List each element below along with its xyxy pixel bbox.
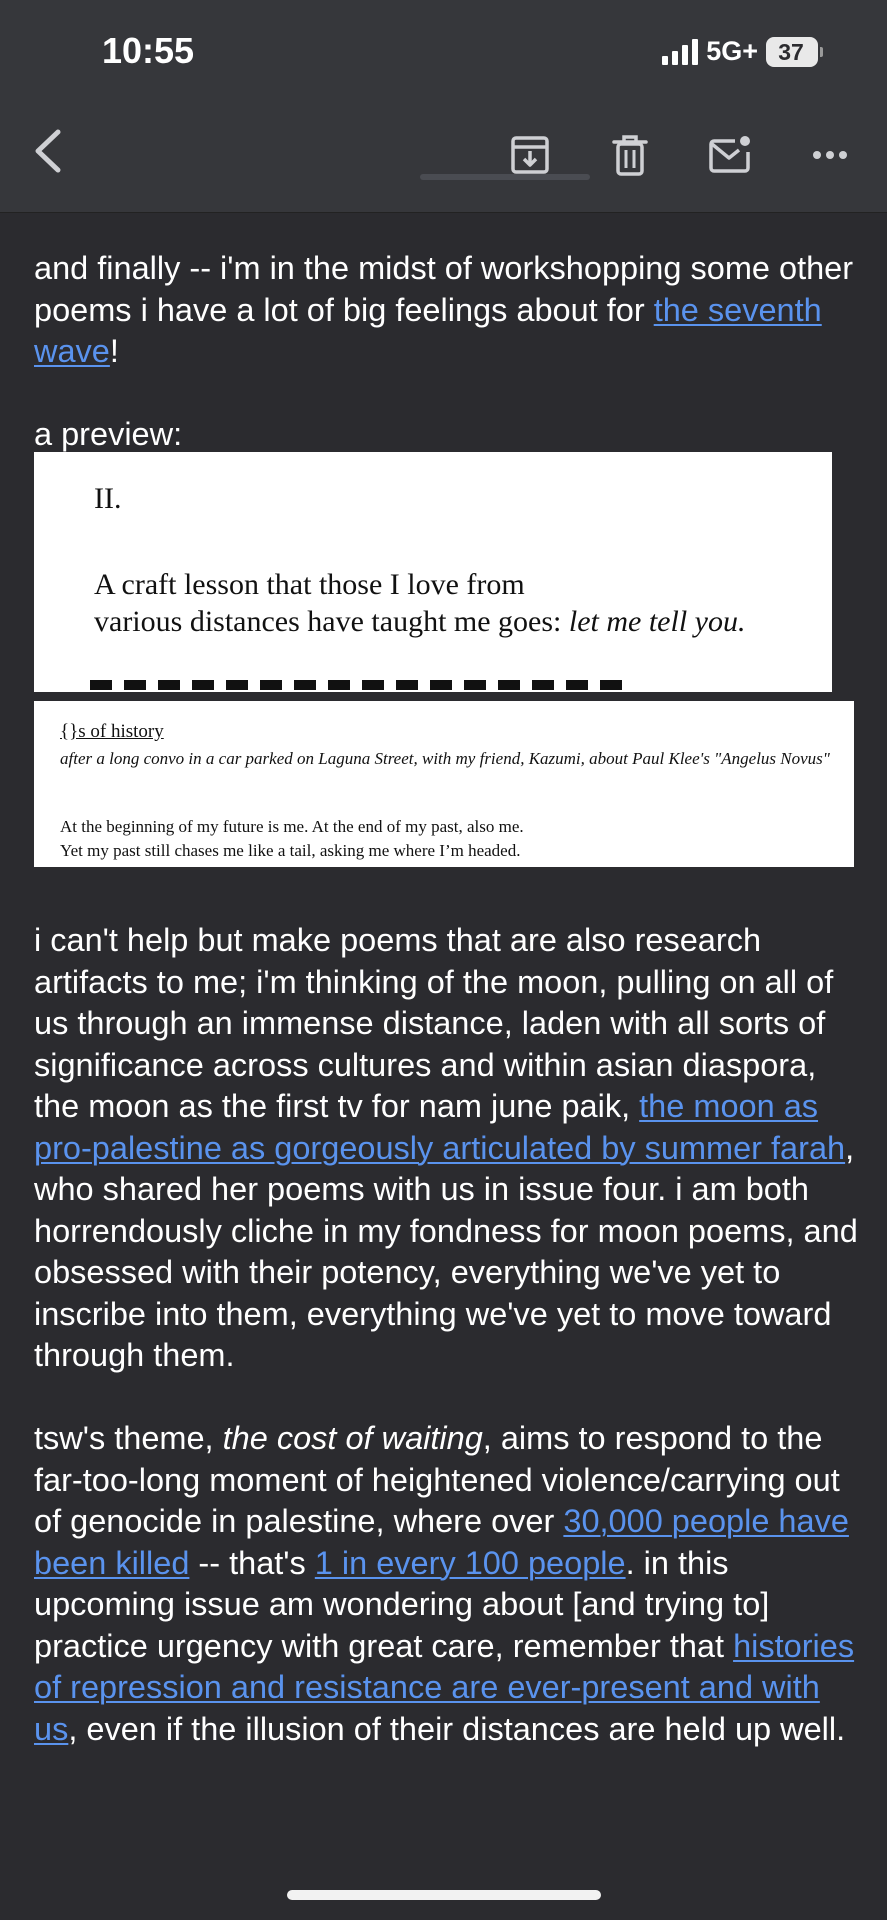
email-body-continued: i can't help but make poems that are als… xyxy=(34,920,864,1750)
paragraph-intro: and finally -- i'm in the midst of works… xyxy=(34,250,854,369)
poem-line: A craft lesson that those I love from xyxy=(94,568,525,601)
poem-title: {}s of history xyxy=(60,721,164,742)
preview-label: a preview: xyxy=(34,415,183,452)
email-body: and finally -- i'm in the midst of works… xyxy=(34,248,864,455)
network-type: 5G+ xyxy=(706,36,758,66)
link-one-in-hundred[interactable]: 1 in every 100 people xyxy=(315,1545,626,1581)
poem-heading: II. xyxy=(94,482,122,515)
mark-unread-button[interactable] xyxy=(708,133,752,177)
chevron-left-icon xyxy=(35,129,61,173)
more-button[interactable] xyxy=(808,133,852,177)
poem-line: Yet my past still chases me like a tail,… xyxy=(60,841,521,860)
signal-icon xyxy=(662,38,699,65)
archive-icon xyxy=(511,136,549,174)
delete-button[interactable] xyxy=(608,133,652,177)
archive-button[interactable] xyxy=(508,133,552,177)
paragraph-theme: tsw's theme, the cost of waiting, aims t… xyxy=(34,1420,855,1747)
battery-icon: 37 xyxy=(766,36,818,67)
mail-dot-icon xyxy=(709,136,750,173)
poem-subtitle: after a long convo in a car parked on La… xyxy=(60,749,830,768)
preview-image-2[interactable]: {}s of history after a long convo in a c… xyxy=(34,701,854,867)
poem-line: At the beginning of my future is me. At … xyxy=(60,817,524,836)
back-button[interactable] xyxy=(28,126,68,176)
trash-icon xyxy=(612,135,648,176)
cropped-text xyxy=(90,680,630,690)
battery-tip xyxy=(820,46,823,57)
home-indicator[interactable] xyxy=(287,1890,601,1900)
ghost-bar xyxy=(420,174,590,180)
paragraph-moon: i can't help but make poems that are als… xyxy=(34,922,858,1373)
top-bar: 10:55 5G+ 37 xyxy=(0,0,887,213)
ellipsis-icon xyxy=(813,151,847,159)
poem-line: various distances have taught me goes: l… xyxy=(94,605,746,638)
status-icons: 5G+ 37 xyxy=(662,36,823,67)
status-time: 10:55 xyxy=(102,30,195,71)
preview-image-1[interactable]: II. A craft lesson that those I love fro… xyxy=(34,452,832,692)
